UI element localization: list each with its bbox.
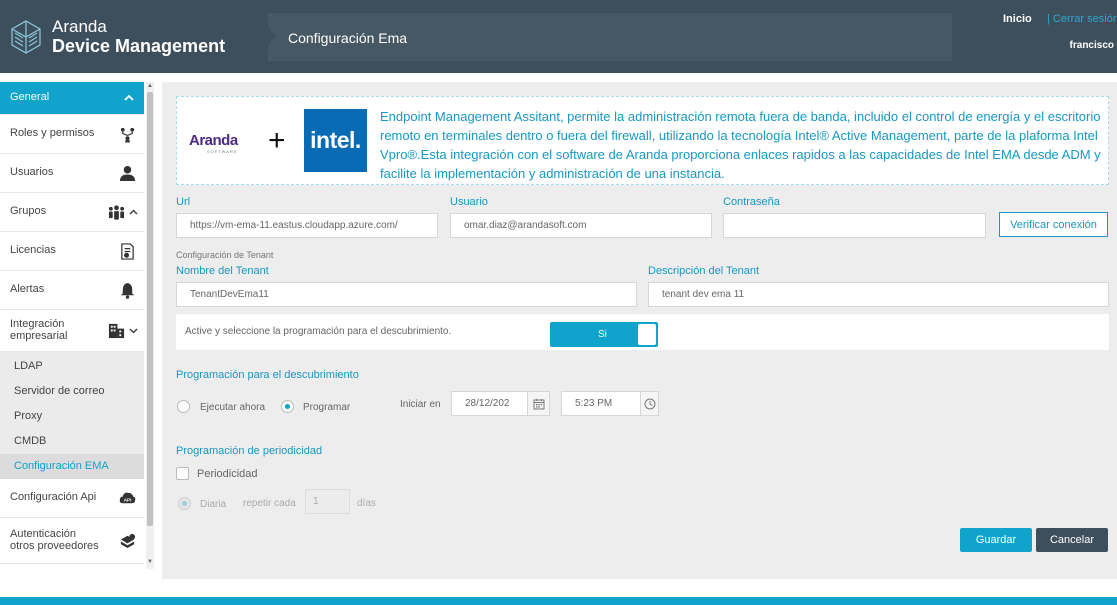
user-label: Usuario: [450, 196, 488, 208]
save-button[interactable]: Guardar: [960, 528, 1032, 552]
sidebar-item-api-config[interactable]: Configuración Api API: [0, 479, 144, 518]
footer-bar: [0, 597, 1117, 605]
url-input[interactable]: https://vm-ema-11.eastus.cloudapp.azure.…: [176, 213, 438, 238]
schedule-radio[interactable]: [281, 400, 294, 413]
submenu-item-proxy[interactable]: Proxy: [14, 410, 42, 422]
home-link[interactable]: Inicio: [1003, 13, 1032, 25]
sidebar: General Roles y permisos Usuarios Grupos…: [0, 82, 145, 569]
sidebar-item-label: General: [10, 91, 50, 104]
api-badge: API: [123, 497, 131, 503]
chevron-up-icon: [124, 93, 134, 104]
sidebar-item-roles[interactable]: Roles y permisos: [0, 115, 144, 154]
periodicity-checkbox[interactable]: [176, 467, 189, 480]
discovery-toggle-text: Active y seleccione la programación para…: [185, 326, 452, 337]
submenu-enterprise-integration: LDAP Servidor de correo Proxy CMDB Confi…: [0, 352, 144, 479]
tenant-description-input[interactable]: tenant dev ema 11: [648, 282, 1109, 307]
submenu-item-cmdb[interactable]: CMDB: [14, 435, 46, 447]
sidebar-item-users[interactable]: Usuarios: [0, 154, 144, 193]
plus-icon: +: [268, 124, 286, 157]
run-now-label: Ejecutar ahora: [200, 402, 266, 413]
label-line1: Autenticación: [10, 527, 77, 540]
discovery-schedule-title: Programación para el descubrimiento: [176, 369, 359, 381]
sidebar-item-label: Alertas: [10, 283, 45, 296]
password-label: Contraseña: [723, 196, 780, 208]
brand[interactable]: Aranda Device Management: [10, 18, 225, 55]
product-name: Device Management: [52, 36, 226, 56]
current-user[interactable]: francisco: [1070, 40, 1114, 51]
sidebar-item-label: Usuarios: [10, 166, 54, 179]
group-icon: [107, 203, 125, 221]
sidebar-item-label: Autenticación otros proveedores: [10, 527, 118, 552]
chevron-up-icon: [129, 207, 138, 217]
sidebar-item-general[interactable]: General: [0, 82, 144, 115]
sidebar-item-label: Roles y permisos: [10, 127, 95, 140]
cancel-button[interactable]: Cancelar: [1036, 528, 1108, 552]
user-input[interactable]: omar.diaz@arandasoft.com: [450, 213, 712, 238]
scroll-down-icon[interactable]: ▼: [147, 559, 153, 565]
url-label: Url: [176, 196, 191, 208]
days-label: días: [357, 498, 376, 509]
periodicity-label: Periodicidad: [197, 468, 258, 480]
auth-icon: [118, 532, 136, 550]
aranda-logo: Aranda SOFTWARE: [189, 132, 238, 154]
sidebar-item-label: Configuración Api: [10, 491, 97, 504]
sidebar-item-auth-providers[interactable]: Autenticación otros proveedores: [0, 518, 144, 564]
repeat-every-label: repetir cada: [243, 498, 296, 509]
title-arrow: [268, 28, 276, 44]
page-title: Configuración Ema: [288, 30, 408, 46]
chevron-down-icon: [129, 326, 138, 336]
sidebar-item-licenses[interactable]: Licencias: [0, 232, 144, 271]
label-line2: otros proveedores: [10, 539, 99, 552]
sidebar-item-enterprise-integration[interactable]: Integración empresarial: [0, 310, 144, 352]
ema-description: Endpoint Management Assitant, permite la…: [380, 109, 1101, 181]
license-icon: [118, 242, 136, 260]
daily-label: Diaria: [200, 499, 227, 510]
clock-icon[interactable]: [640, 391, 659, 416]
sidebar-item-alerts[interactable]: Alertas: [0, 271, 144, 310]
daily-radio[interactable]: [178, 497, 191, 510]
start-time-input[interactable]: 5:23 PM: [561, 391, 641, 416]
sidebar-item-label: Integración empresarial: [10, 317, 107, 342]
tenant-name-input[interactable]: TenantDevEma11: [176, 282, 637, 307]
tenant-description-label: Descripción del Tenant: [648, 265, 760, 277]
periodicity-title: Programación de periodicidad: [176, 445, 323, 457]
aranda-cube-logo-icon: [11, 19, 41, 54]
building-icon: [107, 322, 125, 340]
sidebar-item-groups[interactable]: Grupos: [0, 193, 144, 232]
bell-icon: [118, 281, 136, 299]
schedule-label: Programar: [303, 402, 351, 413]
submenu-item-ema-config[interactable]: Configuración EMA: [14, 460, 109, 472]
label-line1: Integración: [10, 317, 65, 330]
roles-icon: [118, 125, 136, 143]
scroll-up-icon[interactable]: ▲: [147, 83, 153, 89]
label-line2: empresarial: [10, 329, 68, 342]
api-icon: API: [118, 489, 136, 507]
submenu-item-mail-server[interactable]: Servidor de correo: [14, 385, 105, 397]
logout-link[interactable]: | Cerrar sesión: [1047, 13, 1117, 25]
intel-logo: intel.: [304, 109, 367, 172]
start-date-input[interactable]: 28/12/202: [451, 391, 528, 416]
submenu-item-ldap[interactable]: LDAP: [14, 360, 43, 372]
aranda-logo-subtext: SOFTWARE: [207, 149, 238, 154]
brand-text: Aranda Device Management: [52, 18, 225, 55]
toggle-knob[interactable]: [638, 324, 656, 345]
discovery-toggle-label: Si: [598, 329, 607, 340]
brand-name: Aranda: [52, 17, 107, 36]
user-icon: [118, 164, 136, 182]
aranda-logo-text: Aranda: [189, 132, 238, 149]
verify-connection-button[interactable]: Verificar conexión: [999, 212, 1108, 237]
sidebar-scrollbar-thumb[interactable]: [147, 92, 153, 526]
password-input[interactable]: [723, 213, 986, 238]
sidebar-item-label: Licencias: [10, 244, 56, 257]
tenant-section-title: Configuración de Tenant: [176, 250, 274, 260]
start-at-label: Iniciar en: [400, 399, 441, 410]
run-now-radio[interactable]: [177, 400, 190, 413]
calendar-icon[interactable]: [527, 391, 550, 416]
tenant-name-label: Nombre del Tenant: [176, 265, 269, 277]
sidebar-item-label: Grupos: [10, 205, 47, 218]
repeat-every-input[interactable]: 1: [305, 489, 350, 514]
